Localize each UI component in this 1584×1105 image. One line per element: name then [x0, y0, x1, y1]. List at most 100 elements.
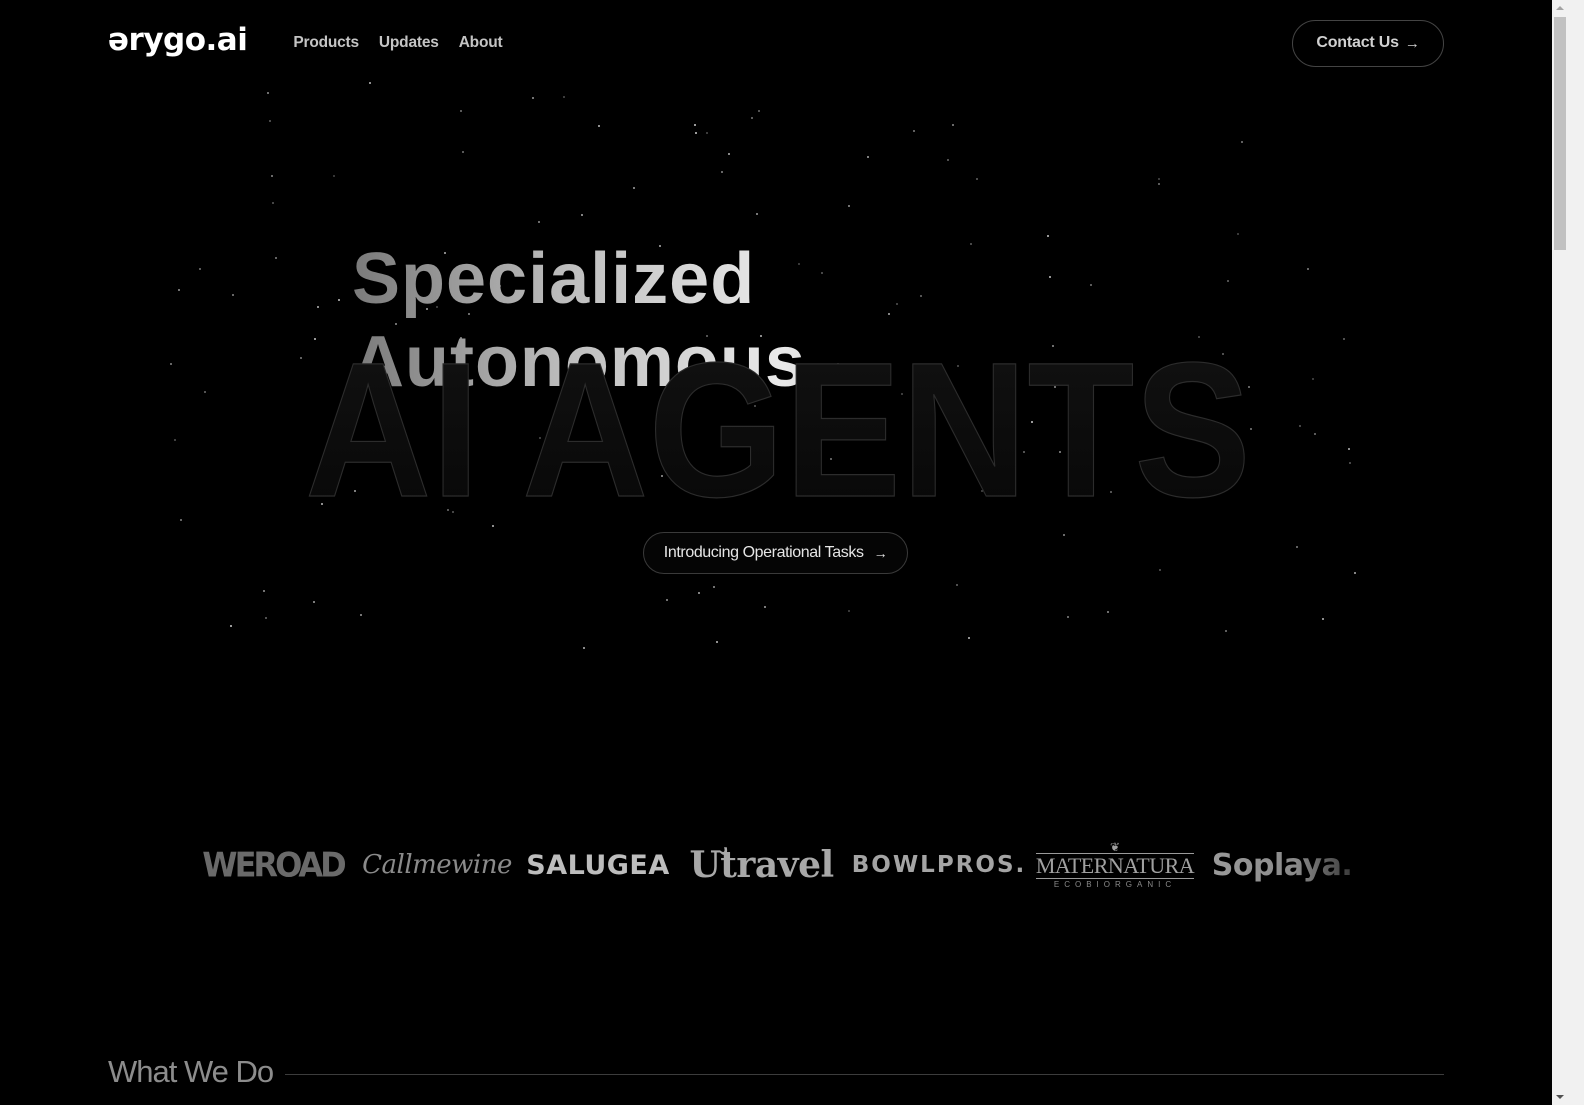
star [263, 589, 266, 592]
star [268, 119, 271, 122]
star [1311, 378, 1314, 381]
star [1158, 177, 1161, 180]
star [1314, 433, 1317, 436]
client-logos: WEROAD Callmewine SALUGEA Ưtravel BOWLPR… [200, 835, 1353, 895]
site-header: ərygo.ai Products Updates About Contact … [108, 19, 1444, 67]
star [755, 213, 758, 216]
star [174, 439, 177, 442]
logo-bowlpros: BOWLPROS. [851, 852, 1027, 878]
nav-item-about[interactable]: About [459, 34, 503, 52]
star [198, 267, 201, 270]
main-nav: Products Updates About [293, 34, 502, 52]
section-title: What We Do [108, 1054, 274, 1089]
leaf-icon: ❦ [1109, 839, 1121, 854]
star [1295, 545, 1298, 548]
star [1227, 279, 1230, 282]
star [632, 186, 635, 189]
star [332, 175, 335, 178]
star [975, 177, 978, 180]
star [461, 150, 464, 153]
star [368, 81, 371, 84]
logo-utravel: Ưtravel [689, 844, 834, 886]
star [1348, 462, 1351, 465]
star [204, 391, 207, 394]
star [317, 306, 320, 309]
logo-callmewine: Callmewine [362, 850, 512, 880]
star [1342, 338, 1345, 341]
star [715, 640, 718, 643]
star [231, 294, 234, 297]
star [180, 518, 183, 521]
star [1348, 448, 1351, 451]
star [267, 92, 270, 95]
star [597, 124, 600, 127]
star [751, 117, 754, 120]
hero-title-text: AI AGENTS [305, 322, 1251, 537]
star [666, 598, 669, 601]
star [693, 123, 696, 126]
star [912, 130, 915, 133]
star [967, 637, 970, 640]
star [694, 131, 697, 134]
star [952, 124, 955, 127]
maternatura-tagline: ECOBIORGANIC [1053, 879, 1177, 889]
brand-logo[interactable]: ərygo.ai [108, 24, 248, 56]
triangle-up-icon [1556, 6, 1564, 10]
star [178, 288, 181, 291]
logo-weroad: WEROAD [202, 845, 346, 885]
star [946, 158, 949, 161]
star [563, 95, 566, 98]
star [264, 617, 267, 620]
star [580, 214, 583, 217]
star [955, 584, 958, 587]
contact-us-label: Contact Us [1316, 34, 1399, 51]
star [712, 585, 715, 588]
hero-title: AI AGENTS [298, 321, 1258, 537]
star [1225, 629, 1228, 632]
section-divider [285, 1073, 1444, 1075]
arrow-right-icon: → [873, 545, 888, 561]
star [1158, 569, 1161, 572]
star [1299, 425, 1302, 428]
star [359, 613, 362, 616]
vertical-scrollbar[interactable] [1552, 0, 1568, 1105]
introducing-operational-tasks-link[interactable]: Introducing Operational Tasks → [643, 532, 908, 574]
maternatura-name: MATERNATURA [1035, 852, 1195, 879]
star [1047, 234, 1050, 237]
scroll-up-button[interactable] [1552, 0, 1568, 16]
star [698, 591, 701, 594]
intro-pill-label: Introducing Operational Tasks [663, 544, 864, 561]
scroll-thumb[interactable] [1554, 17, 1566, 250]
page: ərygo.ai Products Updates About Contact … [0, 0, 1568, 1105]
star [1353, 572, 1356, 575]
star [763, 605, 766, 608]
star [1236, 233, 1239, 236]
star [460, 109, 463, 112]
star [728, 152, 731, 155]
logo-salugea: SALUGEA [526, 849, 670, 881]
star [705, 132, 708, 135]
star [537, 220, 540, 223]
star [1241, 140, 1244, 143]
logo-soplaya: Soplaya. [1212, 835, 1353, 895]
triangle-down-icon [1556, 1095, 1564, 1099]
star [1306, 268, 1309, 271]
star [272, 202, 275, 205]
star [1157, 183, 1160, 186]
logo-maternatura: ❦ MATERNATURA ECOBIORGANIC [1035, 835, 1195, 895]
star [338, 299, 341, 302]
star [313, 601, 316, 604]
star [170, 362, 173, 365]
star [848, 609, 851, 612]
nav-item-updates[interactable]: Updates [379, 34, 439, 52]
star [271, 174, 274, 177]
window-edge [1568, 0, 1584, 1105]
star [720, 170, 723, 173]
hero-subtitle-wrap: Specialized Autonomous [352, 238, 1204, 402]
nav-item-products[interactable]: Products [293, 34, 359, 52]
star [847, 204, 850, 207]
star [275, 257, 278, 260]
star [582, 646, 585, 649]
scroll-down-button[interactable] [1552, 1089, 1568, 1105]
contact-us-button[interactable]: Contact Us → [1292, 19, 1444, 67]
